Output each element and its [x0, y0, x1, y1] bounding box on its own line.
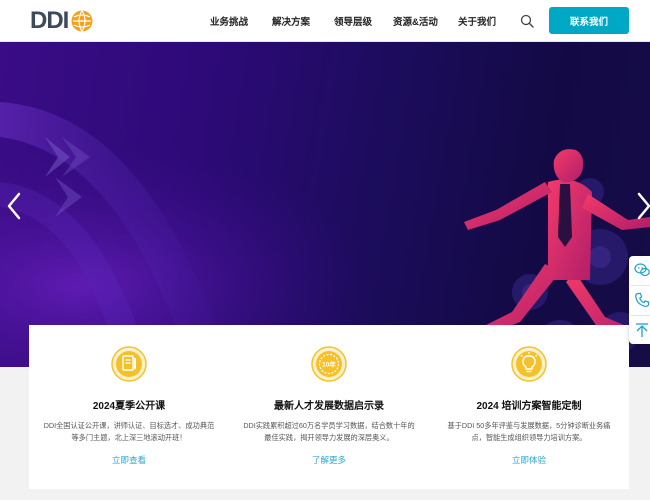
feature-cards: 2024夏季公开课 DDI全国认证公开课，讲师认证、目标选才、成功典范等多门主题…: [29, 325, 629, 489]
card-title: 2024 培训方案智能定制: [476, 401, 582, 412]
nav-solutions[interactable]: 解决方案: [272, 14, 310, 28]
carousel-prev-arrow-icon[interactable]: [6, 192, 22, 220]
contact-us-button[interactable]: 联系我们: [549, 7, 629, 34]
card-talent-data: 10年 最新人才发展数据启示录 DDI实践累积超过60万名学员学习数据，结合数十…: [229, 325, 429, 489]
notebook-icon: [111, 346, 147, 382]
nav-about-us[interactable]: 关于我们: [458, 14, 496, 28]
floating-contact-bar: [629, 256, 650, 344]
nav-resources-events[interactable]: 资源&活动: [393, 14, 438, 28]
card-description: DDI全国认证公开课，讲师认证、目标选才、成功典范等多门主题，北上深三地滚动开班…: [43, 421, 215, 442]
nav-business-challenges[interactable]: 业务挑战: [210, 14, 248, 28]
card-title: 最新人才发展数据启示录: [274, 401, 384, 412]
back-to-top-icon[interactable]: [634, 322, 650, 338]
carousel-next-arrow-icon[interactable]: [636, 192, 650, 220]
side-divider: [631, 315, 650, 316]
globe-icon: [71, 10, 93, 32]
card-description: DDI实践累积超过60万名学员学习数据，结合数十年的最佳实践，揭开领导力发展的深…: [243, 421, 415, 442]
top-header: DDI 业务挑战 解决方案 领导层级 资源&活动 关于我们 联系我们: [0, 0, 650, 42]
side-divider: [631, 285, 650, 286]
badge-text: 10年: [322, 360, 336, 369]
logo-text: DDI: [30, 7, 69, 34]
wechat-icon[interactable]: [634, 262, 650, 278]
card-title: 2024夏季公开课: [92, 401, 166, 412]
learn-more-link[interactable]: 了解更多: [229, 454, 429, 466]
phone-icon[interactable]: [634, 292, 650, 308]
lightbulb-icon: [511, 346, 547, 382]
card-description: 基于DDI 50多年评鉴与发展数据，5分钟诊断业务痛点，智能生成组织领导力培训方…: [447, 421, 611, 442]
nav-leadership-levels[interactable]: 领导层级: [334, 14, 372, 28]
hero-banner: [0, 42, 650, 367]
ddi-logo[interactable]: DDI: [30, 9, 94, 33]
ten-year-badge-icon: 10年: [311, 346, 347, 382]
hero-illustration: [0, 42, 650, 367]
card-training-plan: 2024 培训方案智能定制 基于DDI 50多年评鉴与发展数据，5分钟诊断业务痛…: [429, 325, 629, 489]
search-icon[interactable]: [520, 14, 534, 28]
card-summer-course: 2024夏季公开课 DDI全国认证公开课，讲师认证、目标选才、成功典范等多门主题…: [29, 325, 229, 489]
view-now-link[interactable]: 立即查看: [29, 454, 229, 466]
try-now-link[interactable]: 立即体验: [429, 454, 629, 466]
